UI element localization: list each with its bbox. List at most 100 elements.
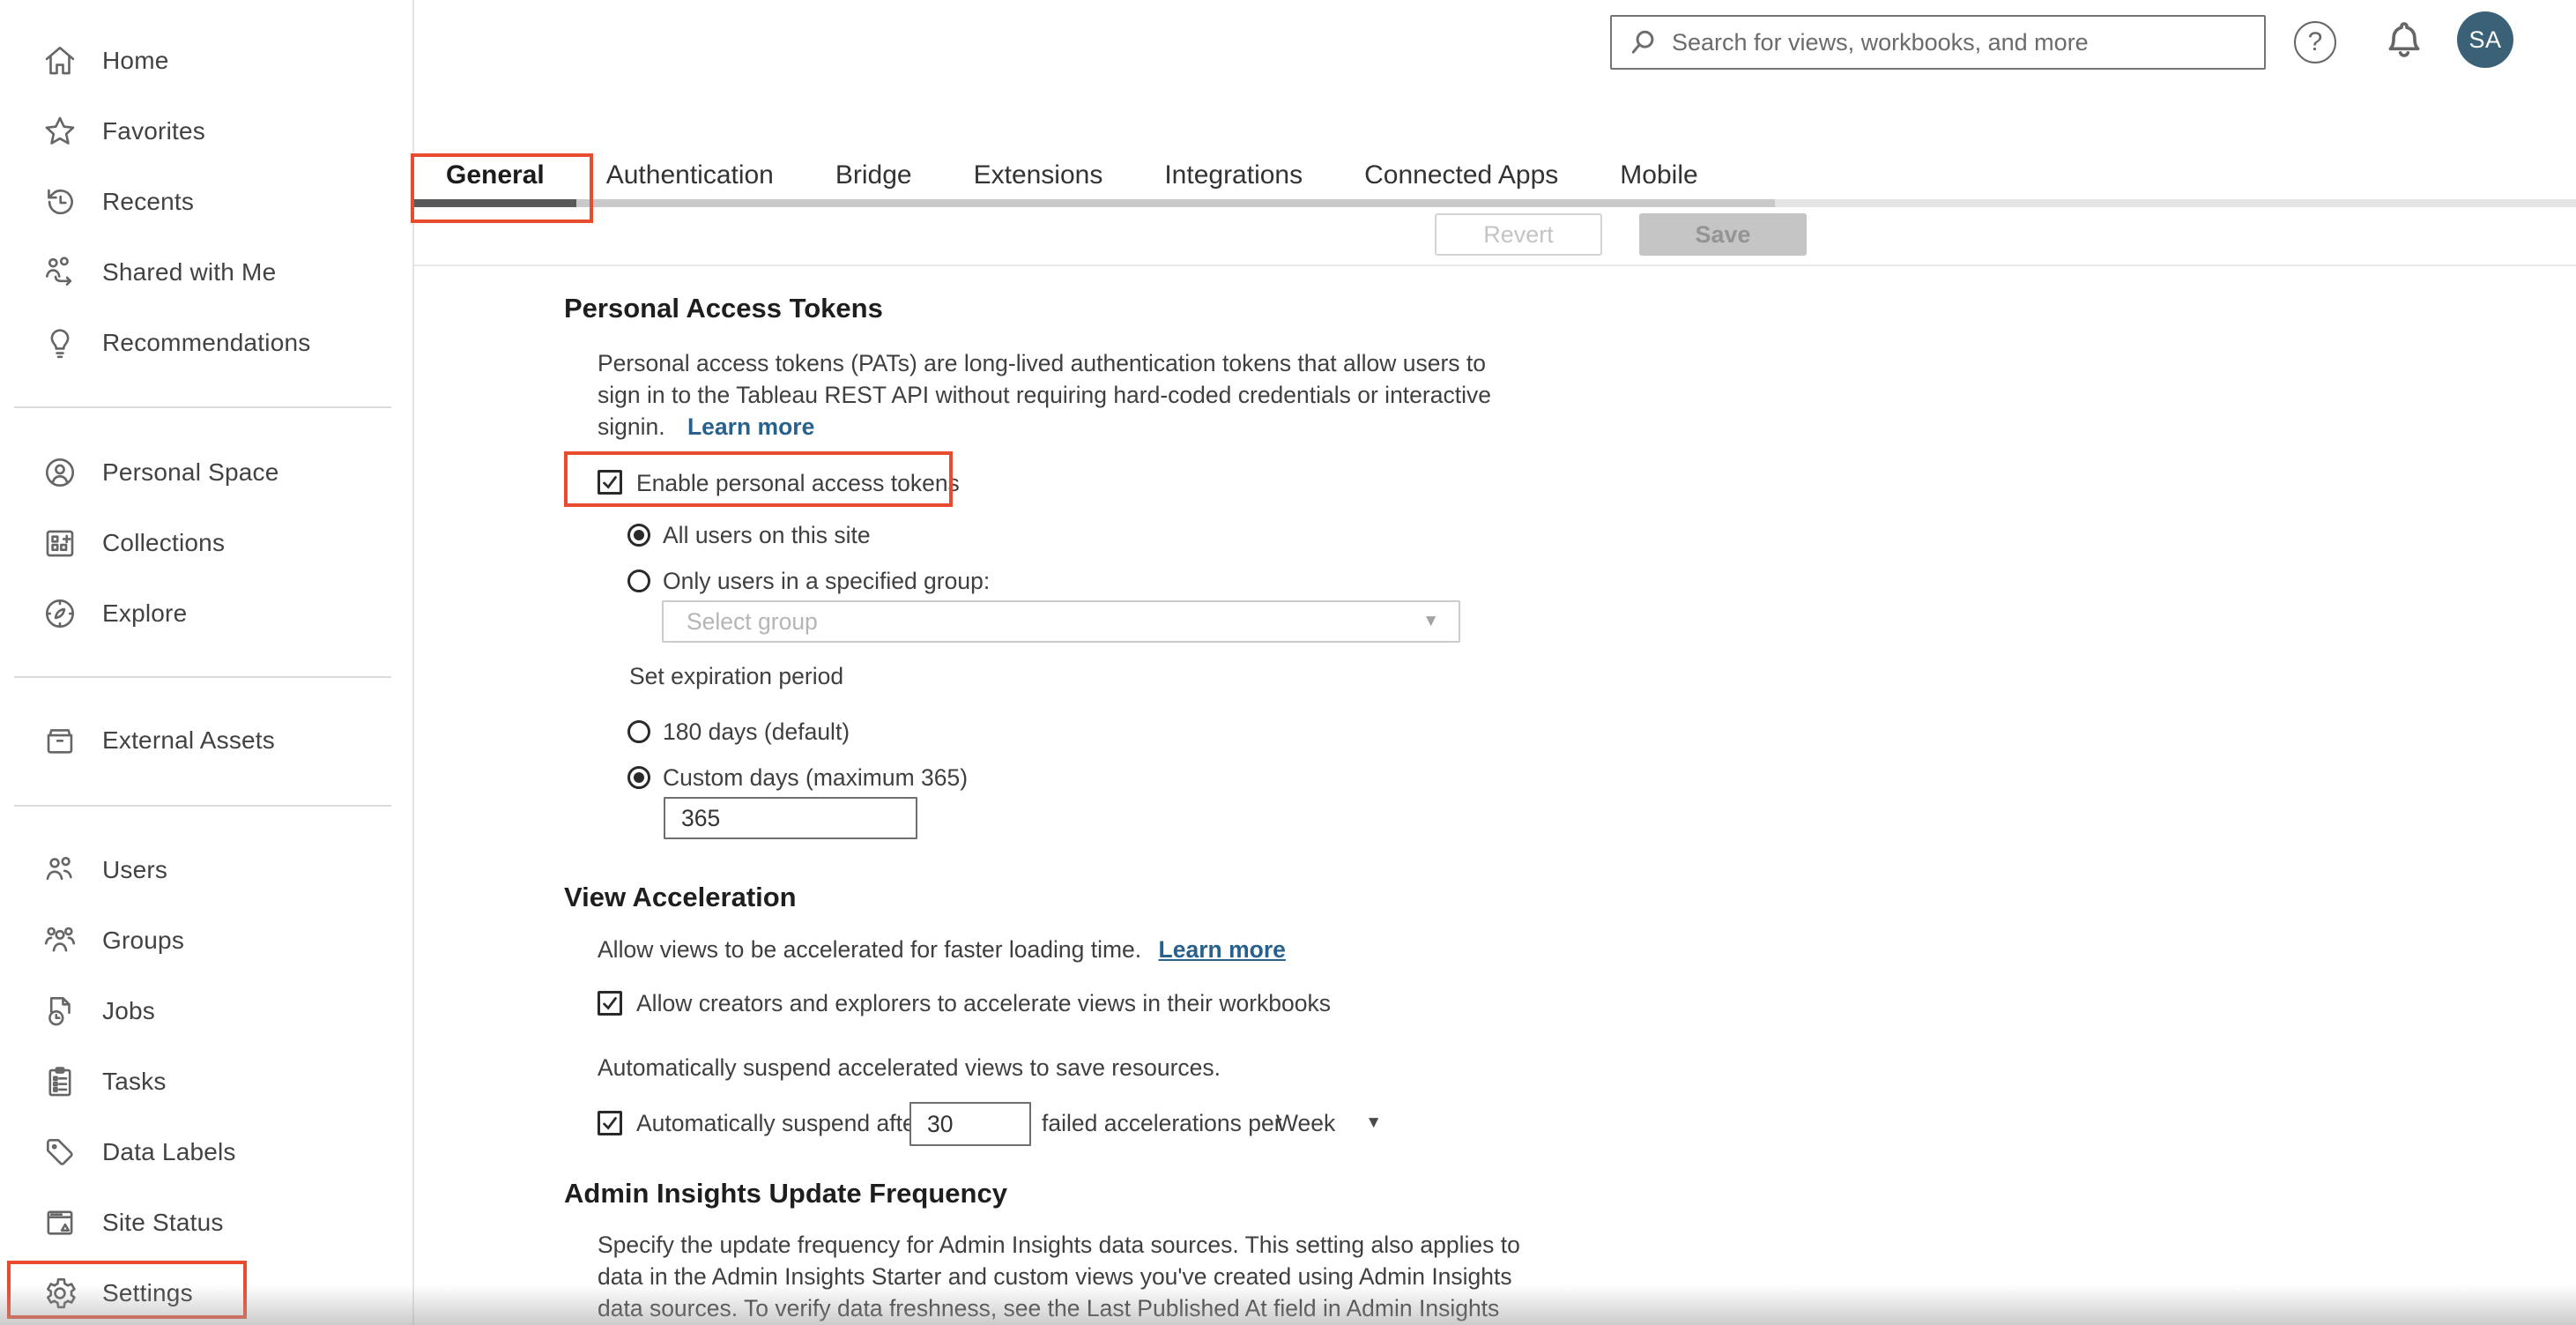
notifications-bell-icon[interactable]	[2379, 16, 2429, 65]
sidebar-item-home[interactable]: Home	[0, 26, 412, 96]
sidebar-divider	[14, 406, 391, 408]
allow-accelerate-checkbox[interactable]	[598, 991, 622, 1016]
radio-dot	[634, 772, 644, 783]
sidebar: Home Favorites Recents Shared with Me Re…	[0, 0, 414, 1325]
recents-icon	[41, 182, 79, 221]
radio-specified-group-label[interactable]: Only users in a specified group:	[663, 565, 990, 597]
sidebar-item-favorites[interactable]: Favorites	[0, 96, 412, 167]
radio-all-users[interactable]	[627, 524, 650, 547]
sidebar-item-jobs[interactable]: Jobs	[0, 976, 412, 1046]
sidebar-item-label: Shared with Me	[102, 258, 277, 286]
va-learn-more-link[interactable]: Learn more	[1159, 936, 1286, 963]
radio-all-users-label[interactable]: All users on this site	[663, 519, 871, 551]
tag-icon	[41, 1133, 79, 1172]
sidebar-item-label: Settings	[102, 1279, 193, 1306]
description-line: Specify the update frequency for Admin I…	[598, 1232, 1520, 1258]
sidebar-item-personal-space[interactable]: Personal Space	[0, 437, 412, 508]
sidebar-item-label: Users	[102, 856, 168, 883]
sidebar-item-label: Data Labels	[102, 1138, 236, 1165]
radio-custom-days[interactable]	[627, 766, 650, 789]
sidebar-item-shared-with-me[interactable]: Shared with Me	[0, 237, 412, 308]
tab-extensions[interactable]: Extensions	[974, 160, 1103, 190]
sidebar-item-label: Explore	[102, 599, 188, 627]
auto-suspend-checkbox[interactable]	[598, 1111, 622, 1135]
sidebar-item-users[interactable]: Users	[0, 835, 412, 905]
sidebar-item-explore[interactable]: Explore	[0, 578, 412, 649]
sidebar-item-tasks[interactable]: Tasks	[0, 1046, 412, 1117]
active-tab-underline	[414, 199, 576, 207]
tasks-icon	[41, 1062, 79, 1101]
description-line: data sources. To verify data freshness, …	[598, 1295, 1500, 1321]
tab-mobile[interactable]: Mobile	[1620, 160, 1697, 190]
settings-tabs: General Authentication Bridge Extensions…	[446, 160, 1698, 190]
sidebar-item-settings[interactable]: Settings	[0, 1258, 412, 1325]
save-button[interactable]: Save	[1639, 213, 1807, 256]
help-icon[interactable]: ?	[2294, 21, 2336, 63]
groups-icon	[41, 921, 79, 960]
sidebar-item-external-assets[interactable]: External Assets	[0, 705, 412, 776]
tab-authentication[interactable]: Authentication	[606, 160, 774, 190]
allow-accelerate-label[interactable]: Allow creators and explorers to accelera…	[636, 987, 1331, 1019]
tab-general[interactable]: General	[446, 160, 545, 190]
header-divider	[414, 264, 2576, 266]
enable-pat-checkbox[interactable]	[598, 470, 622, 495]
pat-learn-more-link[interactable]: Learn more	[687, 413, 814, 440]
sidebar-item-groups[interactable]: Groups	[0, 905, 412, 976]
enable-pat-label[interactable]: Enable personal access tokens	[636, 467, 960, 499]
collections-icon	[41, 524, 79, 562]
sidebar-item-data-labels[interactable]: Data Labels	[0, 1117, 412, 1187]
sidebar-item-label: Recents	[102, 188, 195, 215]
admin-insights-section-title: Admin Insights Update Frequency	[564, 1178, 1007, 1209]
custom-days-input[interactable]	[664, 797, 917, 839]
revert-button[interactable]: Revert	[1435, 213, 1602, 256]
tab-integrations[interactable]: Integrations	[1164, 160, 1303, 190]
sidebar-item-label: Jobs	[102, 997, 155, 1024]
radio-specified-group[interactable]	[627, 569, 650, 592]
failed-accelerations-input[interactable]	[909, 1102, 1031, 1146]
group-select[interactable]: Select group ▼	[662, 600, 1460, 643]
site-status-icon	[41, 1203, 79, 1242]
period-value: Week	[1276, 1110, 1336, 1136]
sidebar-item-label: Collections	[102, 529, 226, 556]
view-acceleration-section-title: View Acceleration	[564, 882, 797, 912]
radio-180-days[interactable]	[627, 720, 650, 743]
check-icon	[603, 476, 617, 489]
sidebar-item-recents[interactable]: Recents	[0, 167, 412, 237]
radio-180-days-label[interactable]: 180 days (default)	[663, 716, 850, 748]
view-acceleration-description: Allow views to be accelerated for faster…	[598, 936, 1286, 963]
sidebar-item-label: Tasks	[102, 1068, 167, 1095]
search-input[interactable]	[1672, 28, 2248, 56]
tab-strip-track	[576, 199, 1775, 207]
tab-connected-apps[interactable]: Connected Apps	[1364, 160, 1558, 190]
failed-per-label: failed accelerations per	[1042, 1110, 1282, 1136]
description-line: signin. Learn more	[598, 413, 815, 440]
sidebar-item-collections[interactable]: Collections	[0, 508, 412, 578]
sidebar-item-label: Home	[102, 47, 169, 74]
admin-insights-description: Specify the update frequency for Admin I…	[598, 1229, 1520, 1324]
group-select-placeholder: Select group	[687, 607, 818, 635]
jobs-icon	[41, 992, 79, 1031]
description-line: sign in to the Tableau REST API without …	[598, 382, 1491, 408]
sidebar-item-recommendations[interactable]: Recommendations	[0, 308, 412, 378]
star-icon	[41, 112, 79, 151]
auto-suspend-label[interactable]: Automatically suspend after	[636, 1107, 924, 1139]
pat-description: Personal access tokens (PATs) are long-l…	[598, 347, 1491, 443]
pat-section-title: Personal Access Tokens	[564, 293, 883, 324]
search-box[interactable]	[1610, 15, 2266, 70]
description-line: data in the Admin Insights Starter and c…	[598, 1263, 1512, 1290]
chevron-down-icon: ▼	[1422, 612, 1439, 630]
radio-custom-days-label[interactable]: Custom days (maximum 365)	[663, 762, 968, 793]
check-icon	[603, 997, 617, 1010]
chevron-down-icon: ▼	[1365, 1113, 1383, 1132]
period-dropdown[interactable]: Week ▼	[1276, 1107, 1382, 1139]
personal-space-icon	[41, 453, 79, 492]
avatar[interactable]: SA	[2457, 11, 2513, 68]
home-icon	[41, 41, 79, 80]
sidebar-divider	[14, 676, 391, 678]
radio-dot	[634, 530, 644, 540]
tab-strip-track-extension	[1775, 199, 2576, 207]
tab-bridge[interactable]: Bridge	[835, 160, 912, 190]
shared-with-me-icon	[41, 253, 79, 292]
sidebar-item-site-status[interactable]: Site Status	[0, 1187, 412, 1258]
expiration-period-label: Set expiration period	[629, 663, 844, 689]
